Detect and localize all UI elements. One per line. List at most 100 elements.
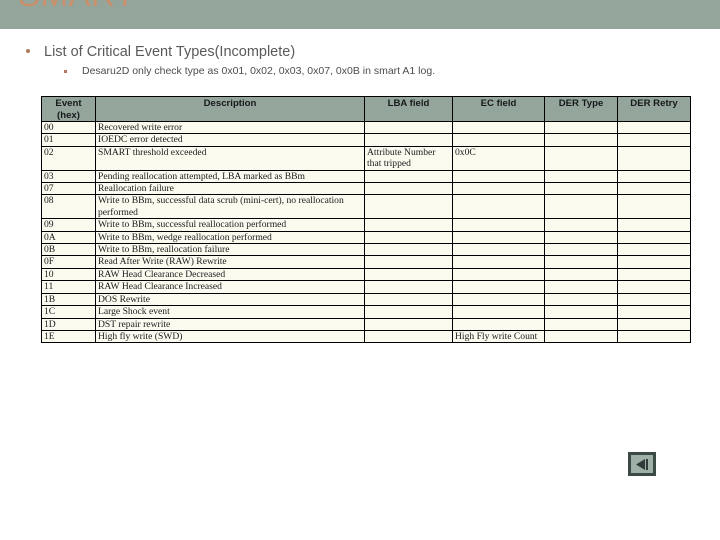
- bullet-level-2: Desaru2D only check type as 0x01, 0x02, …: [0, 65, 700, 78]
- cell-description: Read After Write (RAW) Rewrite: [95, 255, 365, 269]
- cell-der-retry: [617, 145, 691, 171]
- table-body: 00 Recovered write error 01 IOEDC error det…: [41, 120, 691, 344]
- cell-event: 09: [41, 218, 96, 232]
- cell-der-retry: [617, 120, 691, 135]
- column-header-event-line2: (hex): [57, 109, 80, 121]
- cell-ec-field: [452, 267, 545, 282]
- cell-der-retry: [617, 255, 691, 269]
- play-back-icon: [636, 458, 648, 470]
- bullet-level-1: List of Critical Event Types(Incomplete): [0, 44, 700, 60]
- cell-ec-field: [452, 317, 545, 331]
- bullet-list: List of Critical Event Types(Incomplete)…: [0, 44, 700, 78]
- cell-der-retry: [617, 230, 691, 245]
- cell-lba-field: [364, 267, 453, 282]
- cell-lba-field: [364, 169, 453, 184]
- cell-lba-field: [364, 194, 453, 220]
- column-header-der-retry: DER Retry: [617, 96, 691, 122]
- cell-ec-field: [452, 218, 545, 232]
- table-row: 07 Reallocation failure: [41, 182, 691, 196]
- cell-description: Recovered write error: [95, 120, 365, 135]
- cell-der-type: [544, 267, 618, 282]
- cell-der-type: [544, 194, 618, 220]
- cell-ec-field: [452, 194, 545, 220]
- critical-event-types-table: Event (hex) Description LBA field EC fie…: [41, 96, 691, 344]
- cell-ec-field: High Fly write Count: [452, 329, 545, 344]
- cell-event: 07: [41, 182, 96, 196]
- cell-ec-field: [452, 243, 545, 257]
- cell-description: Write to BBm, successful data scrub (min…: [95, 194, 365, 220]
- cell-der-retry: [617, 329, 691, 344]
- cell-der-retry: [617, 243, 691, 257]
- cell-event: 0B: [41, 243, 96, 257]
- column-header-lba-field: LBA field: [364, 96, 453, 122]
- table-row: 11 RAW Head Clearance Increased: [41, 280, 691, 294]
- cell-der-type: [544, 280, 618, 294]
- cell-lba-field: Attribute Number that tripped: [364, 145, 453, 171]
- cell-event: 01: [41, 133, 96, 147]
- bullet-dot-icon: [26, 49, 30, 53]
- cell-lba-field: [364, 120, 453, 135]
- cell-der-retry: [617, 218, 691, 232]
- cell-description: Reallocation failure: [95, 182, 365, 196]
- cell-event: 08: [41, 194, 96, 220]
- cell-ec-field: [452, 182, 545, 196]
- table-header-row: Event (hex) Description LBA field EC fie…: [41, 96, 691, 122]
- cell-ec-field: [452, 169, 545, 184]
- cell-event: 0A: [41, 230, 96, 245]
- page-title: SMART: [18, 0, 135, 13]
- table-row: 01 IOEDC error detected: [41, 133, 691, 147]
- cell-der-type: [544, 133, 618, 147]
- column-header-description: Description: [95, 96, 365, 122]
- cell-der-type: [544, 120, 618, 135]
- table-row: 08 Write to BBm, successful data scrub (m…: [41, 194, 691, 220]
- slide-banner: SMART: [0, 0, 720, 29]
- table-row: 03 Pending reallocation attempted, LBA ma…: [41, 169, 691, 184]
- cell-lba-field: [364, 292, 453, 307]
- cell-ec-field: [452, 133, 545, 147]
- cell-lba-field: [364, 182, 453, 196]
- cell-der-type: [544, 243, 618, 257]
- bullet-level-2-label: Desaru2D only check type as 0x01, 0x02, …: [82, 65, 436, 77]
- cell-event: 1E: [41, 329, 96, 344]
- cell-der-type: [544, 182, 618, 196]
- cell-lba-field: [364, 218, 453, 232]
- table-row: 1C Large Shock event: [41, 305, 691, 319]
- cell-der-retry: [617, 305, 691, 319]
- previous-slide-button[interactable]: [628, 452, 656, 476]
- cell-ec-field: [452, 255, 545, 269]
- cell-lba-field: [364, 317, 453, 331]
- cell-ec-field: [452, 230, 545, 245]
- cell-ec-field: [452, 305, 545, 319]
- cell-description: Write to BBm, reallocation failure: [95, 243, 365, 257]
- cell-der-type: [544, 292, 618, 307]
- cell-event: 1B: [41, 292, 96, 307]
- cell-description: SMART threshold exceeded: [95, 145, 365, 171]
- cell-der-type: [544, 218, 618, 232]
- cell-description: DST repair rewrite: [95, 317, 365, 331]
- cell-der-retry: [617, 169, 691, 184]
- cell-event: 00: [41, 120, 96, 135]
- table-row: 0A Write to BBm, wedge reallocation perfo…: [41, 230, 691, 245]
- cell-der-retry: [617, 317, 691, 331]
- cell-der-type: [544, 230, 618, 245]
- cell-lba-field: [364, 255, 453, 269]
- cell-der-retry: [617, 280, 691, 294]
- cell-lba-field: [364, 230, 453, 245]
- table-row: 0B Write to BBm, reallocation failure: [41, 243, 691, 257]
- cell-der-type: [544, 145, 618, 171]
- cell-der-retry: [617, 133, 691, 147]
- cell-description: Large Shock event: [95, 305, 365, 319]
- table-row: 1D DST repair rewrite: [41, 317, 691, 331]
- table-row: 1E High fly write (SWD) High Fly write Cou…: [41, 329, 691, 344]
- table-row: 1B DOS Rewrite: [41, 292, 691, 307]
- column-header-ec-field: EC field: [452, 96, 545, 122]
- cell-description: IOEDC error detected: [95, 133, 365, 147]
- cell-lba-field: [364, 133, 453, 147]
- cell-description: High fly write (SWD): [95, 329, 365, 344]
- cell-ec-field: [452, 292, 545, 307]
- cell-description: RAW Head Clearance Increased: [95, 280, 365, 294]
- cell-description: Write to BBm, wedge reallocation perform…: [95, 230, 365, 245]
- cell-ec-field: 0x0C: [452, 145, 545, 171]
- event-table-container: Event (hex) Description LBA field EC fie…: [41, 96, 691, 344]
- cell-description: Pending reallocation attempted, LBA mark…: [95, 169, 365, 184]
